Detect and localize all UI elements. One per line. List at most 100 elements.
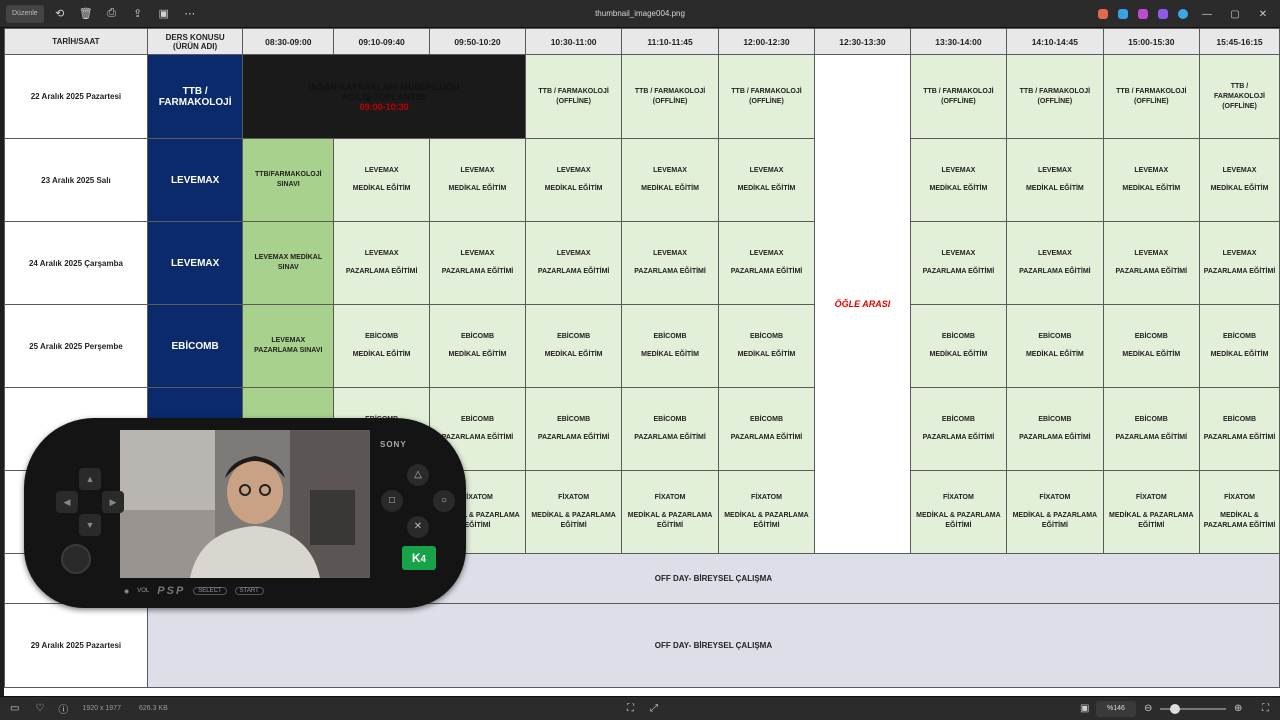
schedule-cell: EBİCOMB MEDİKAL EĞİTİM [429, 304, 526, 388]
cell-training: MEDİKAL & PAZARLAMA EĞİTİMİ [1203, 512, 1276, 529]
cell-training: MEDİKAL EĞİTİM [1210, 185, 1269, 192]
psp-logo: PSP [157, 585, 186, 597]
cell-product: LEVEMAX [749, 167, 784, 174]
app-icon-1[interactable] [1098, 9, 1108, 19]
cell-product: LEVEMAX [460, 167, 495, 174]
cell-training: PAZARLAMA EĞİTİMİ [922, 268, 995, 275]
cell-training: PAZARLAMA EĞİTİMİ [634, 434, 706, 441]
schedule-cell: EBİCOMB MEDİKAL EĞİTİM [333, 304, 431, 388]
close-icon[interactable]: ✕ [1254, 9, 1272, 20]
slideshow-icon[interactable]: ▣ [154, 5, 174, 23]
date-cell: 22 Aralık 2025 Pazartesi [4, 54, 148, 139]
maximize-icon[interactable]: ▢ [1226, 9, 1244, 20]
cell-training: MEDİKAL EĞİTİM [1025, 185, 1084, 192]
cell-training: PAZARLAMA EĞİTİMİ [730, 268, 803, 275]
schedule-cell: TTB / FARMAKOLOJİ (OFFLİNE) [1006, 54, 1104, 139]
schedule-cell: LEVEMAX PAZARLAMA EĞİTİMİ [621, 221, 719, 305]
schedule-cell: FİXATOM MEDİKAL & PAZARLAMA EĞİTİMİ [1102, 470, 1201, 554]
schedule-cell: LEVEMAX PAZARLAMA EĞİTİMİ [1199, 221, 1280, 305]
schedule-cell: EBİCOMB MEDİKAL EĞİTİM [1199, 304, 1280, 388]
schedule-cell: TTB / FARMAKOLOJİ (OFFLİNE) [1199, 54, 1280, 139]
cell-product: LEVEMAX [653, 250, 687, 257]
cell-product: EBİCOMB [941, 416, 975, 423]
info-icon[interactable]: ⓘ [58, 701, 68, 716]
analog-stick [61, 544, 91, 574]
zoom-out-icon[interactable]: ⊖ [1144, 703, 1152, 714]
header-subject-line1: DERS KONUSU [165, 32, 225, 42]
cell-training: MEDİKAL EĞİTİM [1025, 351, 1084, 358]
delete-icon[interactable]: 🗑 [76, 5, 96, 23]
zoom-slider-handle[interactable] [1170, 704, 1180, 714]
cell-training: PAZARLAMA EĞİTİMİ [537, 434, 610, 441]
triangle-button-icon: △ [407, 464, 429, 486]
minimize-icon[interactable]: — [1198, 9, 1216, 20]
schedule-cell: TTB / FARMAKOLOJİ (OFFLİNE) [524, 54, 623, 139]
actual-size-icon[interactable]: ▣ [1080, 703, 1089, 714]
cell-training: MEDİKAL EĞİTİM [448, 351, 507, 358]
cell-product: EBİCOMB [1134, 416, 1168, 423]
cell-product: LEVEMAX [941, 250, 976, 257]
cell-product: EBİCOMB [460, 333, 494, 340]
cloud-icon[interactable] [1178, 9, 1188, 19]
slot-header: 09:10-09:40 [333, 28, 431, 55]
cell-product: EBİCOMB [557, 333, 591, 340]
expand-icon[interactable]: ⤢ [650, 703, 658, 714]
cell-training: MEDİKAL EĞİTİM [737, 185, 796, 192]
webcam-overlay: ▲ ◀ ▶ ▼ SONY △ □ ○ ✕ K4 ◉ VOL PSP SELECT… [24, 418, 466, 608]
dpad: ▲ ◀ ▶ ▼ [56, 468, 124, 536]
k4-logo: K4 [402, 546, 436, 570]
schedule-cell: EBİCOMB MEDİKAL EĞİTİM [621, 304, 719, 388]
exam-cell: TTB/FARMAKOLOJİ SINAVI [242, 138, 335, 222]
cell-product: EBİCOMB [941, 333, 975, 340]
cell-product: LEVEMAX [460, 250, 495, 257]
header-subject: DERS KONUSU (ÜRÜN ADI) [146, 28, 244, 55]
slot-header: 09:50-10:20 [429, 28, 526, 55]
more-icon[interactable]: ⋯ [180, 5, 200, 23]
cell-product: LEVEMAX [653, 167, 687, 174]
cell-product: LEVEMAX [1222, 167, 1257, 174]
start-label: START [234, 587, 264, 595]
cell-training: MEDİKAL EĞİTİM [352, 351, 411, 358]
sidebar-toggle-icon[interactable]: ▭ [10, 703, 19, 714]
app-icon-2[interactable] [1118, 9, 1128, 19]
slot-header: 13:30-14:00 [909, 28, 1008, 55]
webcam-feed [120, 430, 370, 578]
image-dimensions: 1920 x 1977 [82, 705, 121, 712]
schedule-cell: LEVEMAX MEDİKAL EĞİTİM [524, 138, 623, 222]
cell-training: PAZARLAMA EĞİTİMİ [634, 268, 706, 275]
playstation-icon: ◉ [124, 588, 130, 595]
date-cell: 25 Aralık 2025 Perşembe [4, 304, 148, 388]
app-icon-4[interactable] [1158, 9, 1168, 19]
schedule-cell: LEVEMAX MEDİKAL EĞİTİM [1199, 138, 1280, 222]
title-bar: Düzenle ⟲ 🗑 ⎙ ⇪ ▣ ⋯ thumbnail_image004.p… [0, 0, 1280, 28]
edit-button[interactable]: Düzenle [6, 4, 44, 23]
schedule-cell: EBİCOMB PAZARLAMA EĞİTİMİ [1102, 387, 1201, 471]
date-cell: 29 Aralık 2025 Pazartesi [4, 603, 148, 688]
cell-product: EBİCOMB [749, 416, 784, 423]
cell-product: FİXATOM [1039, 494, 1071, 501]
app-icon-3[interactable] [1138, 9, 1148, 19]
cell-training: MEDİKAL & PAZARLAMA EĞİTİMİ [627, 512, 713, 529]
print-icon[interactable]: ⎙ [102, 5, 122, 23]
cell-product: LEVEMAX [749, 250, 784, 257]
schedule-cell: EBİCOMB PAZARLAMA EĞİTİMİ [1006, 387, 1104, 471]
status-bar: ▭ ♡ ⓘ 1920 x 1977 626.3 KB ⛶ ⤢ ▣ %146 ⊖ … [0, 696, 1280, 720]
cell-product: EBİCOMB [1222, 333, 1257, 340]
schedule-cell: EBİCOMB PAZARLAMA EĞİTİMİ [621, 387, 719, 471]
fullscreen-icon[interactable]: ⛶ [1262, 703, 1269, 714]
schedule-cell: TTB / FARMAKOLOJİ (OFFLİNE) [621, 54, 719, 139]
favorite-icon[interactable]: ♡ [35, 703, 44, 714]
schedule-cell: FİXATOM MEDİKAL & PAZARLAMA EĞİTİMİ [621, 470, 719, 554]
cell-training: PAZARLAMA EĞİTİMİ [441, 268, 514, 275]
schedule-cell: FİXATOM MEDİKAL & PAZARLAMA EĞİTİMİ [1006, 470, 1104, 554]
zoom-level[interactable]: %146 [1096, 700, 1136, 717]
cell-training: PAZARLAMA EĞİTİMİ [730, 434, 803, 441]
schedule-cell: EBİCOMB PAZARLAMA EĞİTİMİ [1199, 387, 1280, 471]
share-icon[interactable]: ⇪ [128, 5, 148, 23]
fit-icon[interactable]: ⛶ [627, 703, 634, 714]
rotate-icon[interactable]: ⟲ [50, 5, 70, 23]
cell-training: PAZARLAMA EĞİTİMİ [1019, 434, 1091, 441]
zoom-in-icon[interactable]: ⊕ [1234, 703, 1242, 714]
webcam-image [120, 430, 370, 578]
slot-header: 10:30-11:00 [524, 28, 623, 55]
